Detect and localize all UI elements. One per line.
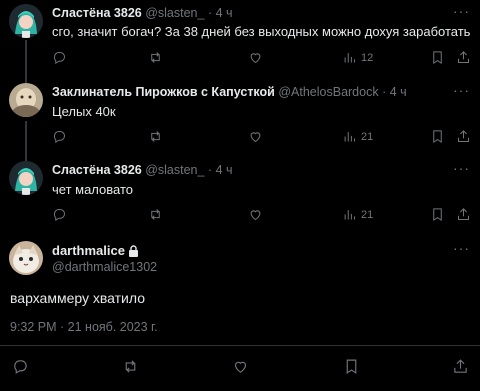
tweet-time[interactable]: 4 ч — [390, 85, 407, 99]
share-button[interactable] — [456, 50, 471, 65]
main-author-name-text: darthmalice — [52, 243, 125, 258]
bookmark-icon — [433, 208, 442, 222]
tweet-actions: 21 — [52, 129, 470, 145]
tweet-actions: 21 — [52, 207, 470, 223]
bookmark-icon — [433, 130, 442, 144]
share-button[interactable] — [452, 358, 469, 375]
share-icon — [454, 359, 467, 373]
lock-icon — [128, 245, 138, 257]
author-handle[interactable]: @slasten_ — [145, 163, 204, 177]
separator: · — [207, 163, 213, 177]
retweet-button[interactable] — [122, 358, 139, 375]
tweet-header: Сластёна 3826 @slasten_ · 4 ч — [52, 163, 233, 177]
like-button[interactable] — [248, 50, 263, 65]
share-button[interactable] — [456, 207, 471, 222]
like-icon — [250, 132, 261, 143]
main-tweet-text: вархаммеру хватило — [10, 290, 145, 306]
like-icon — [250, 210, 261, 221]
more-icon[interactable]: ··· — [453, 82, 470, 98]
retweet-icon — [151, 131, 160, 142]
like-icon — [234, 361, 247, 373]
more-icon[interactable]: ··· — [453, 240, 470, 256]
main-tweet-timestamp[interactable]: 9:32 PM · 21 нояб. 2023 г. — [10, 320, 158, 334]
thread-line — [25, 121, 27, 159]
tweet-text: чет маловато — [52, 182, 134, 197]
views-button[interactable]: 21 — [342, 129, 373, 144]
main-avatar[interactable] — [9, 241, 43, 275]
main-tweet-actions — [0, 358, 480, 378]
reply-icon — [14, 360, 27, 374]
avatar[interactable] — [9, 4, 43, 38]
tweet-text: сго, значит богач? За 38 дней без выходн… — [52, 24, 471, 39]
reply-button[interactable] — [52, 50, 67, 65]
separator: · — [382, 85, 387, 99]
tweet-header: Сластёна 3826 @slasten_ · 4 ч — [52, 6, 233, 20]
author-name[interactable]: Сластёна 3826 — [52, 6, 142, 20]
like-button[interactable] — [248, 207, 263, 222]
bookmark-button[interactable] — [430, 50, 445, 65]
like-button[interactable] — [248, 129, 263, 144]
views-button[interactable]: 21 — [342, 207, 373, 222]
views-count: 21 — [361, 130, 374, 143]
retweet-button[interactable] — [148, 50, 163, 65]
bookmark-button[interactable] — [430, 129, 445, 144]
more-icon[interactable]: ··· — [453, 160, 470, 176]
author-handle[interactable]: @slasten_ — [145, 6, 204, 20]
main-author-name[interactable]: darthmalice — [52, 243, 139, 258]
reply-tweet[interactable]: Заклинатель Пирожков с Капусткой @Athelo… — [0, 77, 480, 159]
bookmark-button[interactable] — [343, 358, 360, 375]
thread-line — [25, 40, 27, 82]
views-icon — [344, 132, 355, 142]
share-icon — [458, 130, 469, 142]
divider — [0, 345, 480, 346]
retweet-icon — [125, 360, 136, 373]
tweet-actions: 12 — [52, 50, 470, 66]
share-icon — [458, 208, 469, 220]
bookmark-icon — [346, 359, 357, 374]
separator: · — [207, 6, 213, 20]
avatar[interactable] — [9, 83, 43, 117]
tweet-time[interactable]: 4 ч — [216, 163, 233, 177]
main-author-handle[interactable]: @darthmalice1302 — [52, 260, 157, 274]
reply-button[interactable] — [52, 129, 67, 144]
author-name[interactable]: Заклинатель Пирожков с Капусткой — [52, 85, 275, 99]
bookmark-button[interactable] — [430, 207, 445, 222]
reply-icon — [53, 209, 65, 222]
like-icon — [250, 53, 261, 64]
reply-icon — [53, 131, 65, 144]
retweet-icon — [151, 52, 160, 63]
retweet-button[interactable] — [148, 129, 163, 144]
share-button[interactable] — [456, 129, 471, 144]
tweet-time[interactable]: 4 ч — [216, 6, 233, 20]
reply-button[interactable] — [52, 207, 67, 222]
tweet-text: Целых 40к — [52, 104, 116, 119]
reply-icon — [53, 52, 65, 65]
share-icon — [458, 51, 469, 63]
retweet-icon — [151, 209, 160, 220]
like-button[interactable] — [232, 358, 249, 375]
views-icon — [344, 210, 355, 220]
views-count: 21 — [361, 208, 374, 221]
more-icon[interactable]: ··· — [453, 3, 470, 19]
views-count: 12 — [361, 51, 374, 64]
tweet-header: Заклинатель Пирожков с Капусткой @Athelo… — [52, 85, 407, 99]
views-button[interactable]: 12 — [342, 50, 373, 65]
retweet-button[interactable] — [148, 207, 163, 222]
reply-tweet[interactable]: Сластёна 3826 @slasten_ · 4 ч ··· чет ма… — [0, 155, 480, 235]
views-icon — [344, 53, 355, 63]
bookmark-icon — [433, 51, 442, 65]
author-name[interactable]: Сластёна 3826 — [52, 163, 142, 177]
author-handle[interactable]: @AthelosBardock — [278, 85, 378, 99]
avatar[interactable] — [9, 161, 43, 195]
reply-tweet[interactable]: Сластёна 3826 @slasten_ · 4 ч ··· сго, з… — [0, 0, 480, 82]
reply-button[interactable] — [12, 358, 29, 375]
